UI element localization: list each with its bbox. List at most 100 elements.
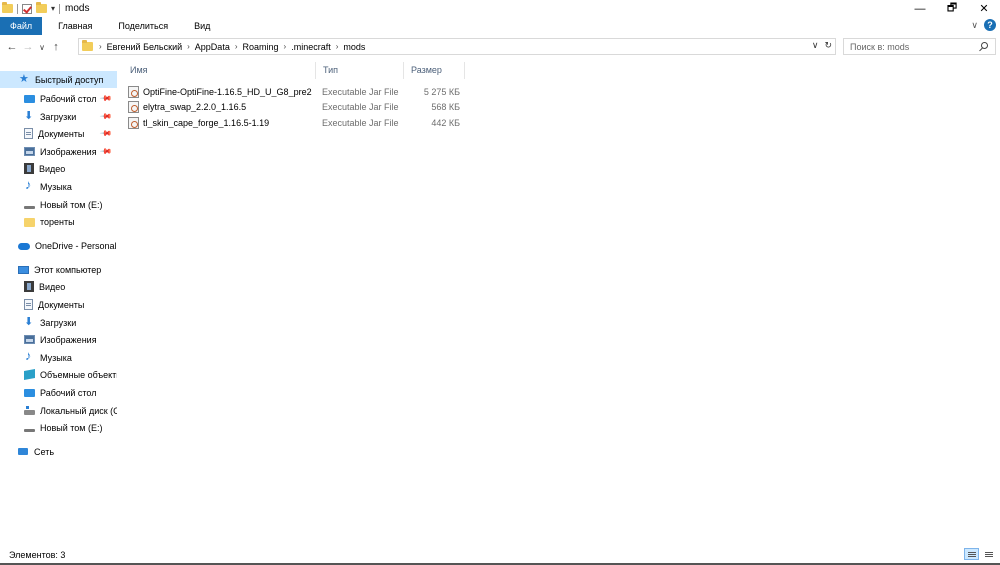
restore-icon[interactable]: 🗗 xyxy=(936,0,968,17)
documents-icon xyxy=(24,299,33,310)
sidebar-item-label: Изображения xyxy=(40,334,97,345)
sidebar-item-network[interactable]: Сеть xyxy=(0,443,117,460)
quick-access-toolbar: ▾ xyxy=(0,2,61,14)
sidebar-item-label: Сеть xyxy=(34,446,55,457)
tab-home[interactable]: Главная xyxy=(45,17,105,35)
drive-icon xyxy=(24,429,35,432)
sidebar-item-downloads[interactable]: Загрузки 📌 xyxy=(0,108,117,125)
file-type: Executable Jar File xyxy=(322,101,399,112)
column-header-size[interactable]: Размер xyxy=(405,62,465,79)
sidebar-item-documents[interactable]: Документы 📌 xyxy=(0,125,117,142)
search-input[interactable] xyxy=(850,41,970,52)
sidebar-item-pc-video[interactable]: Видео xyxy=(0,278,117,295)
file-name: tl_skin_cape_forge_1.16.5-1.19 xyxy=(143,117,270,128)
pin-icon[interactable]: 📌 xyxy=(99,92,112,105)
sidebar-item-pictures[interactable]: Изображения 📌 xyxy=(0,143,117,160)
sidebar-item-label: Рабочий стол xyxy=(40,93,97,104)
folder-icon xyxy=(2,2,13,13)
forward-arrow-icon[interactable]: → xyxy=(20,41,36,53)
video-icon xyxy=(24,281,34,292)
sidebar-item-label: Новый том (E:) xyxy=(40,199,103,210)
sidebar-item-3d-objects[interactable]: Объемные объекты xyxy=(0,366,117,383)
tab-share[interactable]: Поделиться xyxy=(105,17,181,35)
sidebar-item-onedrive[interactable]: OneDrive - Personal xyxy=(0,237,117,254)
separator xyxy=(17,3,18,14)
sidebar-item-pc-music[interactable]: Музыка xyxy=(0,348,117,366)
close-icon[interactable]: ✕ xyxy=(968,0,1000,17)
desktop-icon xyxy=(24,95,35,103)
pin-icon[interactable]: 📌 xyxy=(99,110,112,123)
sidebar-item-torrents[interactable]: торенты xyxy=(0,213,117,230)
file-row[interactable]: elytra_swap_2.2.0_1.16.5 Executable Jar … xyxy=(128,99,468,114)
3d-objects-icon xyxy=(24,369,35,380)
sidebar-item-label: Видео xyxy=(39,163,66,174)
chevron-right-icon[interactable]: › xyxy=(284,42,287,51)
up-arrow-icon[interactable]: ↑ xyxy=(48,41,64,53)
sidebar-item-pc-desktop[interactable]: Рабочий стол xyxy=(0,384,117,401)
breadcrumb-user[interactable]: Евгений Бельский xyxy=(107,42,182,52)
chevron-right-icon[interactable]: › xyxy=(187,42,190,51)
sidebar-item-label: Рабочий стол xyxy=(40,387,97,398)
sidebar-item-music[interactable]: Музыка xyxy=(0,177,117,195)
sidebar-item-desktop[interactable]: Рабочий стол 📌 xyxy=(0,90,117,107)
details-view-icon[interactable] xyxy=(964,548,979,560)
back-arrow-icon[interactable]: ← xyxy=(4,41,20,53)
breadcrumb-mods[interactable]: mods xyxy=(343,42,365,52)
large-icons-view-icon[interactable] xyxy=(981,548,996,560)
computer-icon xyxy=(18,265,29,274)
properties-icon[interactable] xyxy=(22,3,32,14)
tab-view[interactable]: Вид xyxy=(181,17,223,35)
pin-icon[interactable]: 📌 xyxy=(99,145,112,158)
sidebar-item-label: торенты xyxy=(40,216,75,227)
sidebar-item-label: Быстрый доступ xyxy=(35,74,104,85)
minimize-icon[interactable]: — xyxy=(904,0,936,17)
file-list: Имя Тип Размер OptiFine-OptiFine-1.16.5_… xyxy=(124,62,994,542)
sidebar-item-pc-documents[interactable]: Документы xyxy=(0,296,117,313)
search-icon[interactable] xyxy=(981,42,988,49)
star-icon xyxy=(19,72,30,85)
music-icon xyxy=(24,177,35,192)
search-box[interactable] xyxy=(843,38,996,55)
local-disk-icon xyxy=(24,406,35,415)
separator xyxy=(59,3,61,14)
drive-icon xyxy=(24,206,35,209)
breadcrumb-appdata[interactable]: AppData xyxy=(195,42,230,52)
column-header-type[interactable]: Тип xyxy=(317,62,404,79)
window-controls: — 🗗 ✕ xyxy=(904,0,1000,17)
new-folder-icon[interactable] xyxy=(36,2,47,13)
pictures-icon xyxy=(24,335,35,344)
documents-icon xyxy=(24,128,33,139)
help-icon[interactable]: ? xyxy=(984,19,996,31)
sidebar-item-this-pc[interactable]: Этот компьютер xyxy=(0,261,117,278)
sidebar-item-label: OneDrive - Personal xyxy=(35,240,117,251)
column-header-name[interactable]: Имя xyxy=(124,62,316,79)
chevron-right-icon[interactable]: › xyxy=(235,42,238,51)
recent-locations-icon[interactable]: ∨ xyxy=(36,43,48,52)
sidebar-item-label: Музыка xyxy=(40,181,72,192)
file-size: 568 КБ xyxy=(431,101,460,112)
navigation-bar: ← → ∨ ↑ › Евгений Бельский › AppData › R… xyxy=(0,37,1000,57)
file-size: 5 275 КБ xyxy=(423,86,460,97)
downloads-icon xyxy=(24,315,35,328)
sidebar-item-label: Новый том (E:) xyxy=(40,422,103,433)
history-dropdown-icon[interactable]: ∨ xyxy=(812,40,819,51)
pin-icon[interactable]: 📌 xyxy=(99,127,112,140)
address-bar[interactable]: › Евгений Бельский › AppData › Roaming ›… xyxy=(78,38,836,55)
sidebar-item-pc-downloads[interactable]: Загрузки xyxy=(0,314,117,331)
file-row[interactable]: OptiFine-OptiFine-1.16.5_HD_U_G8_pre2 Ex… xyxy=(128,84,468,99)
breadcrumb-minecraft[interactable]: .minecraft xyxy=(291,42,331,52)
breadcrumb-roaming[interactable]: Roaming xyxy=(243,42,279,52)
sidebar-item-volume-e[interactable]: Новый том (E:) xyxy=(0,196,117,213)
file-row[interactable]: tl_skin_cape_forge_1.16.5-1.19 Executabl… xyxy=(128,115,468,130)
chevron-right-icon[interactable]: › xyxy=(99,42,102,51)
refresh-icon[interactable]: ↻ xyxy=(824,40,832,51)
tab-file[interactable]: Файл xyxy=(0,17,43,35)
sidebar-item-local-disk-c[interactable]: Локальный диск (C:) xyxy=(0,402,117,419)
chevron-right-icon[interactable]: › xyxy=(336,42,339,51)
expand-ribbon-icon[interactable]: ∨ xyxy=(971,20,978,31)
sidebar-item-pc-volume-e[interactable]: Новый том (E:) xyxy=(0,419,117,436)
sidebar-item-pc-pictures[interactable]: Изображения xyxy=(0,331,117,348)
sidebar-item-quick-access[interactable]: Быстрый доступ xyxy=(0,71,117,88)
customize-toolbar-icon[interactable]: ▾ xyxy=(51,4,55,13)
sidebar-item-video[interactable]: Видео xyxy=(0,160,117,177)
